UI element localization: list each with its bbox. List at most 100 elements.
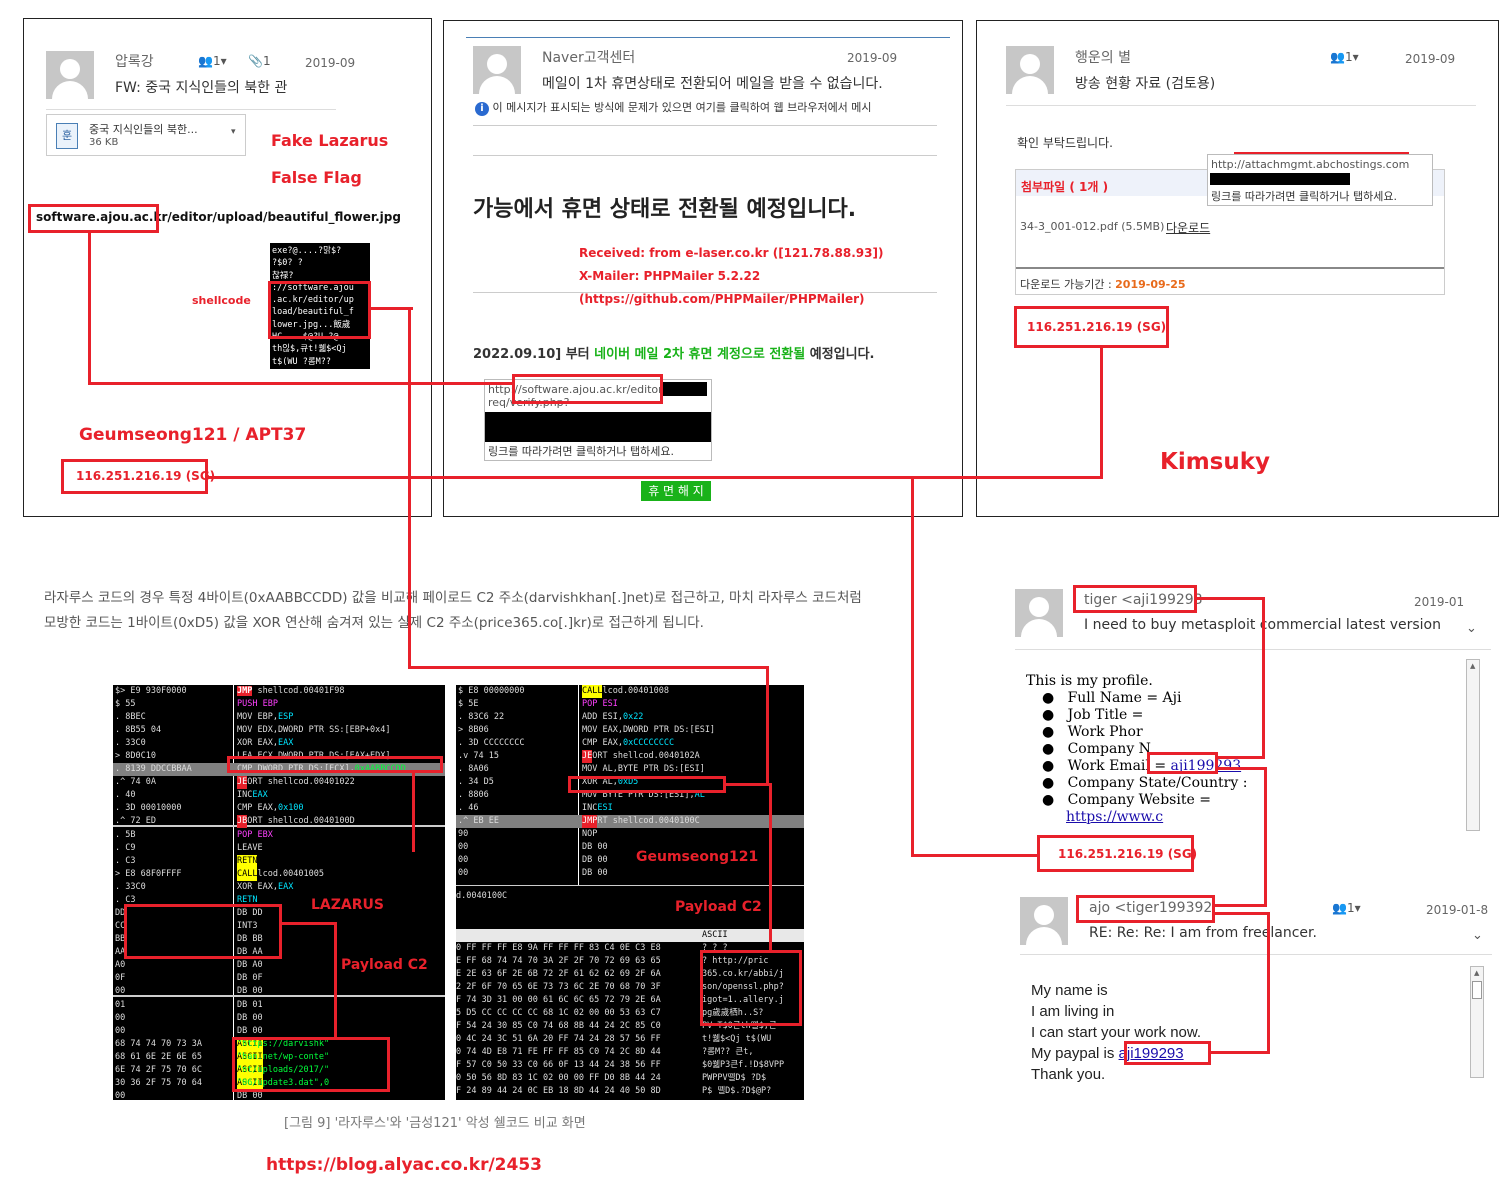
payload-c2-label: Payload C2 [341, 957, 428, 973]
figure-caption: [그림 9] '라자루스'와 '금성121' 악성 쉘코드 비교 화면 [284, 1116, 586, 1131]
highlight-ip-left [61, 459, 208, 494]
highlight-ddccbbaa [124, 904, 282, 959]
email-date: 2019-09 [1405, 52, 1456, 66]
lazarus-label: LAZARUS [311, 897, 384, 913]
actor-label-kimsuky: Kimsuky [1160, 449, 1271, 475]
info-icon: i [475, 102, 489, 116]
headline: 가능에서 휴면 상태로 전환될 예정입니다. [473, 197, 857, 222]
email-subject: FW: 중국 지식인들의 북한 관 [115, 80, 288, 96]
email-panel-kimsuky: 행운의 별 👥1▾ 2019-09 방송 현황 자료 (검토용) 확인 부탁드립… [976, 20, 1499, 517]
email-subject: RE: Re: Re: I am from freelancer. [1089, 925, 1317, 941]
document-icon: 훈 [56, 123, 78, 149]
email-body-text: 확인 부탁드립니다. [1017, 136, 1113, 150]
sender-name: Naver고객센터 [542, 50, 636, 66]
geumseong121-label: Geumseong121 [636, 849, 759, 865]
hex-line: ?$0? ? [272, 258, 303, 269]
highlight-xor [568, 776, 726, 793]
info-text: 이 메시지가 표시되는 방식에 문제가 있으면 여기를 클릭하여 웹 브라우저에… [492, 101, 872, 114]
people-icon: 👥 [198, 54, 213, 68]
github-url: (https://github.com/PHPMailer/PHPMailer) [579, 292, 865, 306]
highlight-work-email [1147, 752, 1218, 774]
hex-line: th읺$,큐t!쒧$<Qj [272, 344, 347, 355]
attachment-chip[interactable]: 훈 중국 지식인들의 북한... 36 KB ▾ [46, 114, 246, 156]
email-date: 2019-09 [847, 51, 898, 65]
website-link[interactable]: https://www.c [1066, 809, 1163, 825]
people-count[interactable]: 👥1▾ [198, 54, 227, 68]
status-bar: d.0040100C [456, 891, 508, 901]
paperclip-icon: 📎 [248, 54, 263, 68]
attach-count[interactable]: 📎1 [248, 54, 271, 68]
list-item: ● Company State/Country : [1042, 775, 1248, 791]
source-url[interactable]: https://blog.alyac.co.kr/2453 [266, 1155, 542, 1175]
actor-label-apt37: Geumseong121 / APT37 [79, 425, 307, 445]
file-name: 34-3_001-012.pdf (5.5MB) [1020, 220, 1165, 233]
chevron-down-icon[interactable]: ▾ [231, 127, 236, 137]
email-panel-fake-lazarus: 압록강 👥1▾ 📎1 2019-09 FW: 중국 지식인들의 북한 관 훈 중… [23, 18, 432, 517]
email-panel-naver: Naver고객센터 2019-09 메일이 1차 휴면상태로 전환되어 메일을 … [443, 20, 963, 517]
sender-avatar [1020, 897, 1068, 945]
list-item: ● Work Phor [1042, 724, 1143, 740]
sender-avatar [1015, 589, 1063, 637]
sender-avatar [1006, 46, 1054, 94]
chevron-down-icon[interactable]: ⌄ [1466, 621, 1477, 636]
email-tiger: tiger <aji199293 2019-01 I need to buy m… [1010, 583, 1496, 873]
highlight-tiger-sender [1073, 585, 1197, 613]
sender-avatar [46, 51, 94, 99]
attachment-name: 중국 지식인들의 북한... [89, 123, 198, 136]
scrollbar[interactable]: ▲ [1470, 966, 1484, 1078]
people-icon: 👥 [1332, 901, 1347, 915]
people-count[interactable]: 👥1▾ [1332, 901, 1361, 915]
list-item: ● Job Title = [1042, 707, 1144, 723]
sender-name: 압록강 [115, 54, 154, 70]
highlight-paypal [1124, 1041, 1211, 1065]
dormant-notice: 2022.09.10] 부터 네이버 메일 2차 휴면 계정으로 전환될 예정입… [473, 347, 875, 362]
chevron-down-icon[interactable]: ⌄ [1472, 928, 1483, 943]
highlight-cmp [227, 756, 443, 773]
email-subject: 방송 현황 자료 (검토용) [1075, 76, 1216, 92]
email-subject: 메일이 1차 휴면상태로 전환되어 메일을 받을 수 없습니다. [542, 76, 883, 92]
fake-lazarus-label: Fake Lazarus [271, 131, 389, 150]
reply-body: My name is I am living in I can start yo… [1031, 982, 1202, 1083]
shellcode-label: shellcode [192, 294, 251, 307]
profile-intro: This is my profile. [1026, 673, 1153, 689]
sender-name: 행운의 별 [1075, 50, 1131, 66]
tooltip-url: http://attachmgmt.abchostings.com [1211, 158, 1410, 171]
article-paragraph: 라자루스 코드의 경우 특정 4바이트(0xAABBCCDD) 값을 비교해 페… [44, 590, 862, 631]
sender-avatar [473, 46, 521, 94]
hex-line: exe?@....?맑$? [272, 246, 342, 256]
highlight-ajo-sender [1076, 895, 1215, 923]
scrollbar[interactable]: ▲ [1466, 659, 1480, 831]
people-count[interactable]: 👥1▾ [1330, 50, 1359, 64]
download-period: 다운로드 가능기간 : 2019-09-25 [1020, 278, 1186, 291]
highlight-url-host [28, 204, 159, 233]
highlight-price365-ascii [700, 950, 802, 1026]
reactivate-button[interactable]: 휴 면 해 지 [641, 481, 711, 501]
url-path: /editor/upload/beautiful_flower.jpg [167, 210, 401, 224]
highlight-shellcode [268, 281, 371, 339]
tooltip-hint: 링크를 따라가려면 클릭하거나 탭하세요. [1211, 190, 1398, 203]
list-item: https://www.c [1042, 809, 1247, 826]
ascii-column-header: ASCII [702, 930, 728, 940]
false-flag-label: False Flag [271, 168, 362, 187]
highlight-ip-right [1014, 306, 1169, 348]
attach-header: 첨부파일 ( 1개 ) [1021, 180, 1109, 194]
highlight-ip-tiger [1037, 835, 1194, 872]
download-link[interactable]: 다운로드 [1166, 219, 1210, 236]
list-item: ● Full Name = Aji [1042, 690, 1182, 706]
list-item: ● Company Website = [1042, 792, 1211, 808]
hex-line: t$(WU ?롬M?? [272, 356, 331, 367]
link-tooltip: http://attachmgmt.abchostings.com 링크를 따라… [1207, 154, 1433, 206]
info-bar[interactable]: i 이 메시지가 표시되는 방식에 문제가 있으면 여기를 클릭하여 웹 브라우… [475, 99, 937, 116]
xmailer-header: X-Mailer: PHPMailer 5.2.22 [579, 269, 761, 283]
email-date: 2019-01-8 [1426, 903, 1489, 917]
highlight-tooltip-url [512, 374, 663, 404]
received-header: Received: from e-laser.co.kr ([121.78.88… [579, 246, 884, 260]
email-date: 2019-09 [305, 56, 356, 70]
people-icon: 👥 [1330, 50, 1345, 64]
payload-c2-label: Payload C2 [675, 899, 762, 915]
debugger-geumseong: $ E8 00000000 CALL shellcod.00401008 $ 5E… [456, 685, 804, 1100]
highlight-darvishk-ascii [232, 1037, 390, 1092]
attachment-size: 36 KB [89, 137, 119, 148]
email-date: 2019-01 [1414, 595, 1465, 609]
tooltip-hint: 링크를 따라가려면 클릭하거나 탭하세요. [488, 445, 675, 458]
